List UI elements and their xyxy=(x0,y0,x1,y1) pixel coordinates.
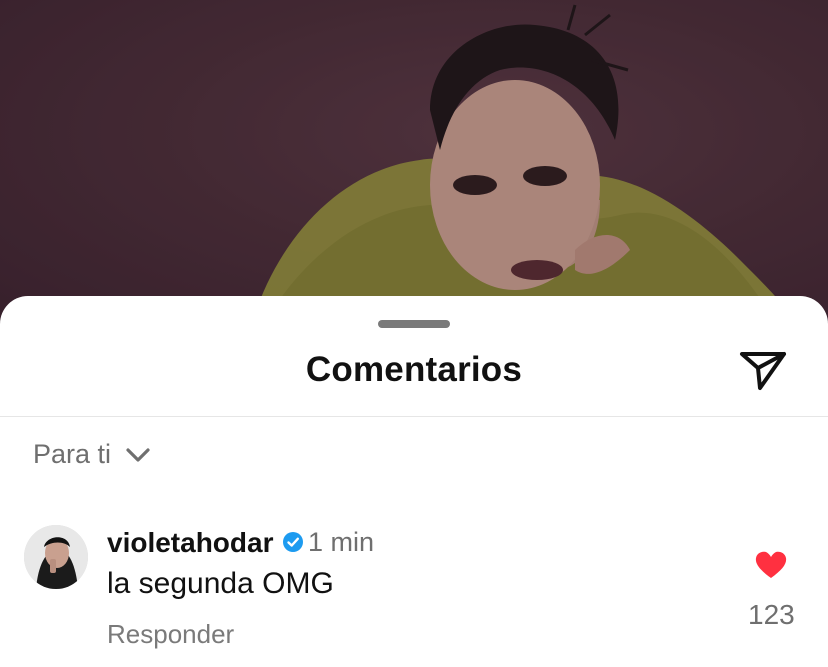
comments-filter-dropdown[interactable]: Para ti xyxy=(33,439,151,470)
heart-icon[interactable] xyxy=(754,550,788,580)
portrait-illustration xyxy=(0,0,828,330)
chevron-down-icon xyxy=(125,446,151,464)
sheet-title: Comentarios xyxy=(305,350,523,389)
header-divider xyxy=(0,416,828,417)
comments-sheet: Comentarios Para ti violetahodar 1 min l… xyxy=(0,296,828,667)
sheet-drag-handle[interactable] xyxy=(378,320,450,328)
comment-username[interactable]: violetahodar xyxy=(107,527,273,559)
comment-text: la segunda OMG xyxy=(107,567,334,600)
post-background-image xyxy=(0,0,828,330)
comment-time: 1 min xyxy=(308,527,375,557)
verified-badge-icon xyxy=(282,531,304,553)
like-count: 123 xyxy=(748,599,795,630)
paper-plane-icon[interactable] xyxy=(738,348,788,392)
filter-label: Para ti xyxy=(33,439,112,469)
reply-button[interactable]: Responder xyxy=(107,619,234,650)
comment-item: violetahodar 1 min la segunda OMG Respon… xyxy=(24,525,804,665)
avatar[interactable] xyxy=(24,525,88,589)
